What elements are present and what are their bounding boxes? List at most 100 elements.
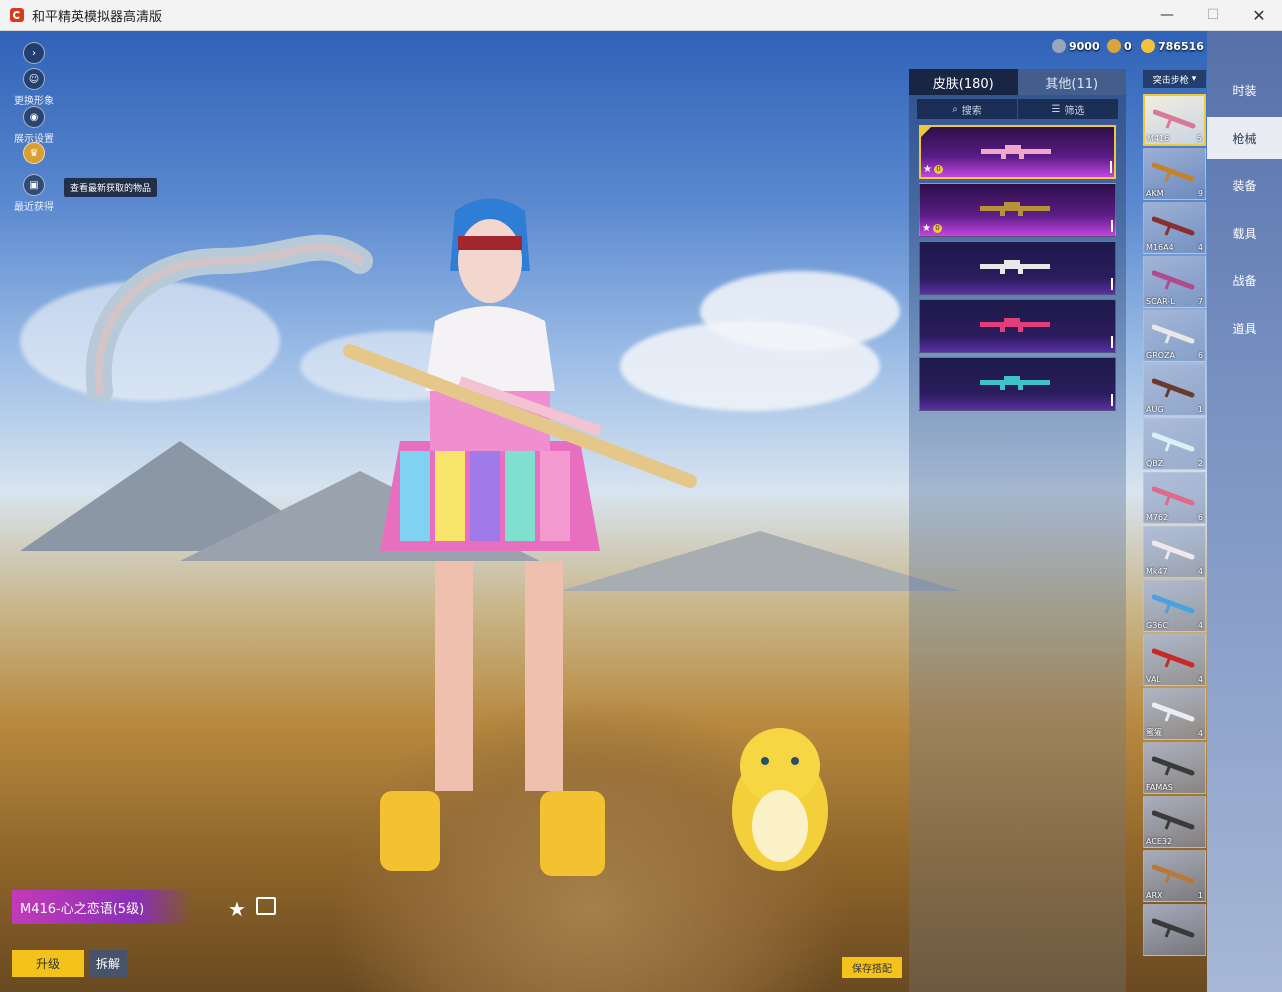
weapon-item[interactable]: 蜜獾 4 — [1143, 688, 1206, 740]
cat-items[interactable]: 道具 — [1207, 307, 1282, 349]
display-settings-button[interactable]: ◉ 展示设置 — [12, 106, 56, 145]
weapon-skin-count: 2 — [1197, 459, 1203, 468]
weapon-item[interactable]: G36C 4 — [1143, 580, 1206, 632]
weapon-item[interactable]: QBZ 2 — [1143, 418, 1206, 470]
star-icon[interactable]: ★ — [228, 897, 246, 921]
weapon-name: FAMAS — [1146, 783, 1173, 792]
cat-fashion[interactable]: 时装 — [1207, 69, 1282, 111]
rifle-icon — [1152, 594, 1195, 614]
cat-weapons[interactable]: 枪械 — [1207, 117, 1282, 159]
level-bar — [1111, 394, 1113, 406]
recent-items-label: 最近获得 — [14, 202, 54, 213]
diamond-coin-icon — [1052, 39, 1066, 53]
dragon-illustration — [85, 234, 373, 401]
level-bar — [1111, 220, 1113, 232]
star-icon: ★ — [923, 164, 932, 175]
rifle-icon — [1152, 270, 1195, 290]
skin-card[interactable] — [919, 241, 1116, 295]
player-character — [343, 198, 697, 876]
rifle-icon — [1152, 702, 1195, 722]
weapon-item[interactable] — [1143, 904, 1206, 956]
weapon-name: M416 — [1147, 134, 1170, 143]
save-outfit-button[interactable]: 保存搭配 — [842, 957, 902, 978]
change-avatar-button[interactable]: ☺ 更换形象 — [12, 68, 56, 107]
skin-card[interactable] — [919, 299, 1116, 353]
weapon-skin-count: 6 — [1197, 513, 1203, 522]
rifle-icon — [1152, 378, 1195, 398]
skin-card[interactable]: ★ 0 — [919, 183, 1116, 237]
minimize-button[interactable]: — — [1144, 0, 1190, 30]
weapon-item[interactable]: ACE32 — [1143, 796, 1206, 848]
maximize-button[interactable]: ☐ — [1190, 0, 1236, 30]
weapon-item[interactable]: SCAR-L 7 — [1143, 256, 1206, 308]
rifle-icon — [1152, 918, 1195, 938]
filter-button[interactable]: ☰ 筛选 — [1018, 99, 1118, 119]
weapon-name: AUG — [1146, 405, 1164, 414]
eye-icon: ◉ — [23, 106, 45, 128]
medal-amount: 0 — [1124, 39, 1132, 53]
rifle-icon — [1153, 109, 1196, 129]
gun-skin-icon — [980, 376, 1050, 390]
cat-equipment[interactable]: 装备 — [1207, 164, 1282, 206]
expand-arrow-icon: › — [23, 42, 45, 64]
skin-card[interactable] — [919, 357, 1116, 411]
rifle-icon — [1152, 162, 1195, 182]
rifle-icon — [1152, 756, 1195, 776]
upgrade-button[interactable]: 升级 — [12, 950, 84, 977]
currency-medal: 0 — [1107, 39, 1132, 53]
diamond-amount: 9000 — [1069, 39, 1100, 53]
weapon-item[interactable]: AUG 1 — [1143, 364, 1206, 416]
recent-items-button[interactable]: ▣ 最近获得 — [12, 174, 56, 213]
category-panel: ✕ 时装 枪械 装备 载具 战备 道具 — [1207, 31, 1282, 992]
search-button[interactable]: ⌕ 搜索 — [917, 99, 1018, 119]
weapon-item[interactable]: GROZA 6 — [1143, 310, 1206, 362]
skin-badge-count: 0 — [933, 165, 943, 174]
weapon-name: GROZA — [1146, 351, 1176, 360]
weapon-item[interactable]: M762 6 — [1143, 472, 1206, 524]
skin-panel: 皮肤(180) 其他(11) ⌕ 搜索 ☰ 筛选 ★ 0 ★ 0 — [909, 69, 1126, 992]
weapon-item[interactable]: M416 5 — [1143, 94, 1206, 146]
weapon-skin-count: 6 — [1197, 351, 1203, 360]
weapon-type-label: 突击步枪 — [1152, 75, 1189, 86]
level-bar — [1110, 161, 1112, 173]
weapon-skin-count: 5 — [1196, 134, 1202, 143]
badge-button[interactable]: ♛ — [12, 142, 56, 166]
app-icon — [10, 8, 24, 22]
weapon-name: 蜜獾 — [1146, 728, 1162, 737]
skin-card[interactable]: ★ 0 — [919, 125, 1116, 179]
cat-vehicles[interactable]: 载具 — [1207, 212, 1282, 254]
star-icon: ★ — [922, 223, 931, 234]
medal-coin-icon — [1107, 39, 1121, 53]
window-title: 和平精英模拟器高清版 — [32, 9, 163, 25]
gold-coin-icon — [1141, 39, 1155, 53]
weapon-name: AKM — [1146, 189, 1164, 198]
expand-panel-button[interactable]: › — [12, 42, 56, 66]
weapon-item[interactable]: Mk47 4 — [1143, 526, 1206, 578]
weapon-item[interactable]: FAMAS — [1143, 742, 1206, 794]
tab-other[interactable]: 其他(11) — [1017, 69, 1126, 95]
weapon-item[interactable]: VAL 4 — [1143, 634, 1206, 686]
badge-icon: ♛ — [23, 142, 45, 164]
weapon-type-dropdown[interactable]: 突击步枪 ▾ — [1143, 70, 1206, 88]
tab-skins[interactable]: 皮肤(180) — [909, 69, 1018, 95]
weapon-item[interactable]: ARX 1 — [1143, 850, 1206, 902]
weapon-item[interactable]: M16A4 4 — [1143, 202, 1206, 254]
level-bar — [1111, 278, 1113, 290]
share-icon[interactable] — [256, 897, 276, 915]
weapon-skin-count: 9 — [1197, 189, 1203, 198]
avatar-icon: ☺ — [23, 68, 45, 90]
weapon-skin-count: 1 — [1197, 891, 1203, 900]
weapon-name: QBZ — [1146, 459, 1164, 468]
close-window-button[interactable]: ✕ — [1236, 0, 1282, 30]
rifle-icon — [1152, 648, 1195, 668]
dismantle-button[interactable]: 拆解 — [89, 950, 127, 977]
weapon-name: VAL — [1146, 675, 1161, 684]
cat-readiness[interactable]: 战备 — [1207, 259, 1282, 301]
weapon-name: ACE32 — [1146, 837, 1173, 846]
weapon-item[interactable]: AKM 9 — [1143, 148, 1206, 200]
rifle-icon — [1152, 432, 1195, 452]
filter-icon: ☰ — [1051, 103, 1061, 115]
gun-skin-icon — [980, 260, 1050, 274]
skin-badge: ★ 0 — [923, 164, 943, 175]
weapon-name: ARX — [1146, 891, 1163, 900]
